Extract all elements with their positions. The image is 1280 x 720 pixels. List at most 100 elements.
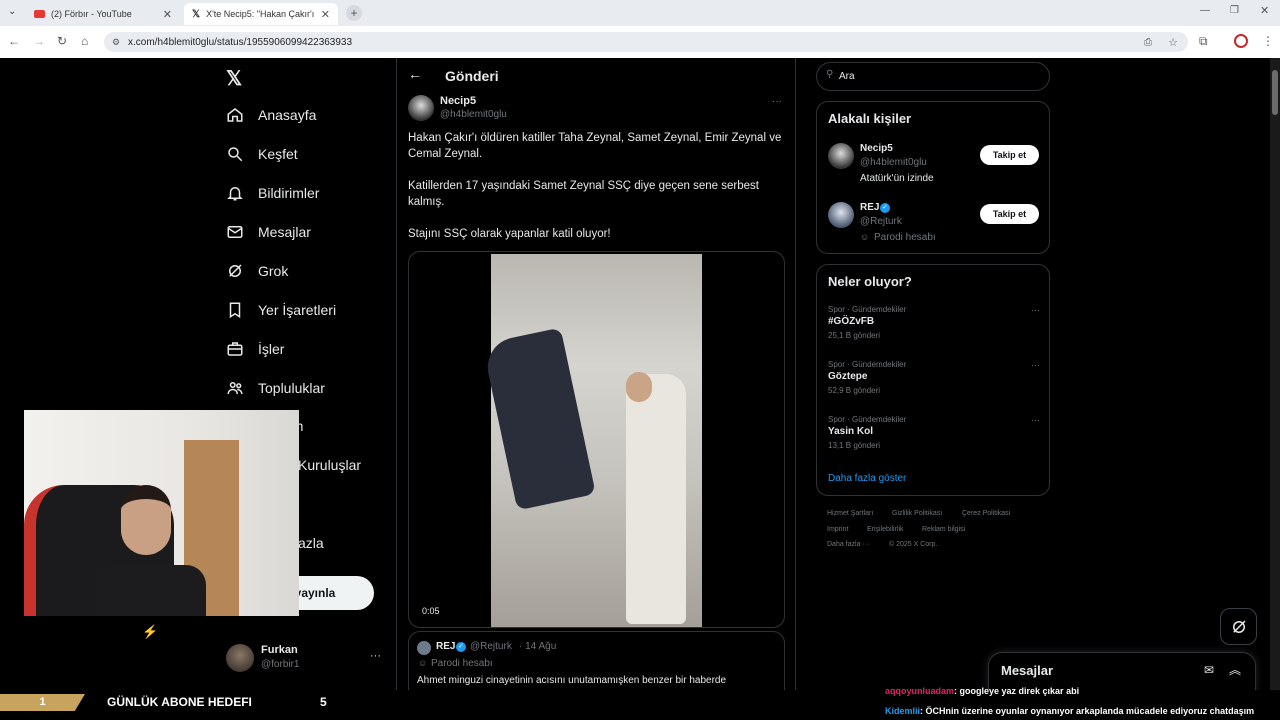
expand-icon[interactable]: ︽ — [1229, 661, 1241, 678]
footer-link[interactable]: Çerez Politikası — [962, 510, 1011, 517]
sidebar-item-label: İşler — [258, 341, 285, 357]
window-close-icon[interactable]: ✕ — [1260, 4, 1269, 17]
reply-badge: Parodi hesabı — [431, 658, 493, 669]
avatar[interactable] — [828, 143, 854, 169]
search-placeholder: Ara — [839, 71, 855, 82]
trend-more-icon[interactable]: ··· — [1031, 305, 1040, 315]
trend-item[interactable]: Spor · Gündemdekiler Göztepe 52,9 B gönd… — [828, 360, 1040, 402]
forward-icon[interactable]: → — [33, 34, 45, 48]
trend-category: Spor · Gündemdekiler — [828, 415, 907, 424]
trend-item[interactable]: Spor · Gündemdekiler #GÖZvFB 25,1 B gönd… — [828, 305, 1040, 347]
tab-list-chevron-icon[interactable]: ⌄ — [8, 6, 16, 17]
grok-icon — [229, 264, 242, 277]
bookmark-icon — [229, 302, 241, 319]
grok-fab[interactable] — [1220, 608, 1257, 645]
trend-title: Yasin Kol — [828, 426, 874, 437]
tab-x[interactable]: 𝕏 X'te Necip5: "Hakan Çakır'ı öldü ✕ — [184, 3, 338, 25]
main-right-border — [795, 58, 796, 720]
sidebar-item-jobs[interactable]: İşler — [226, 340, 284, 358]
parody-icon: ☺ — [860, 232, 870, 242]
sidebar-item-label: Topluluklar — [258, 380, 325, 396]
author-name[interactable]: Necip5 — [440, 95, 476, 107]
sidebar-item-bookmarks[interactable]: Yer İşaretleri — [226, 301, 336, 319]
footer-link[interactable]: Daha fazla ··· — [827, 541, 869, 548]
video-player[interactable]: 0:05 — [408, 251, 785, 628]
back-icon[interactable]: ← — [8, 34, 20, 48]
youtube-icon — [34, 10, 45, 18]
sidebar-item-explore[interactable]: Keşfet — [226, 145, 298, 163]
copyright: © 2025 X Corp. — [889, 541, 938, 548]
goal-value: 5 — [320, 695, 327, 709]
sidebar-item-notifications[interactable]: Bildirimler — [226, 184, 319, 202]
scrollbar[interactable] — [1270, 58, 1280, 720]
chat-username: Kidemlii — [885, 706, 921, 716]
account-switcher[interactable]: Furkan @forbir1 ··· — [226, 642, 386, 674]
address-bar[interactable]: ⚙ x.com/h4blemit0glu/status/195590609942… — [104, 32, 1188, 52]
sidebar-item-more[interactable]: azla — [298, 535, 324, 551]
person-name[interactable]: REJ — [860, 202, 879, 213]
show-more-link[interactable]: Daha fazla göster — [828, 473, 906, 484]
close-icon[interactable]: ✕ — [163, 8, 172, 21]
post-more-icon[interactable]: ··· — [772, 96, 782, 107]
sidebar-item-messages[interactable]: Mesajlar — [226, 223, 311, 241]
close-icon[interactable]: ✕ — [321, 8, 330, 21]
search-input[interactable]: ⚲ Ara — [816, 62, 1050, 91]
footer-link[interactable]: Reklam bilgisi — [922, 526, 965, 533]
mail-icon — [227, 226, 243, 238]
sidebar-item-label: Yer İşaretleri — [258, 302, 337, 318]
reply-date: · 14 Ağu — [519, 641, 557, 652]
trend-more-icon[interactable]: ··· — [1031, 360, 1040, 370]
sidebar-item-organizations[interactable]: Kuruluşlar — [298, 457, 361, 473]
new-tab-icon[interactable]: + — [346, 5, 362, 21]
reload-icon[interactable]: ↻ — [57, 34, 67, 48]
sidebar-item-label: azla — [298, 535, 324, 551]
post-text-2: Katillerden 17 yaşındaki Samet Zeynal SS… — [408, 180, 759, 208]
person-name[interactable]: Necip5 — [860, 143, 893, 154]
menu-icon[interactable]: ⋮ — [1262, 34, 1274, 48]
footer-link[interactable]: Hizmet Şartları — [827, 510, 873, 517]
chat-text: : ÖCHnin üzerine oyunlar oynanıyor arkap… — [920, 706, 1255, 716]
follow-button[interactable]: Takip et — [980, 145, 1039, 165]
footer-link[interactable]: Erişilebilirlik — [867, 526, 904, 533]
sidebar-item-grok[interactable]: Grok — [226, 262, 288, 280]
extensions-icon[interactable]: ⧉ — [1199, 34, 1208, 49]
footer-link[interactable]: Gizlilik Politikası — [892, 510, 942, 517]
home-button-icon[interactable]: ⌂ — [81, 34, 88, 48]
profile-avatar[interactable] — [1234, 34, 1248, 48]
trend-item[interactable]: Spor · Gündemdekiler Yasin Kol 13,1 B gö… — [828, 415, 1040, 457]
x-logo-icon[interactable]: 𝕏 — [226, 66, 242, 91]
people-icon — [227, 382, 243, 395]
follow-button[interactable]: Takip et — [980, 204, 1039, 224]
trend-category: Spor · Gündemdekiler — [828, 360, 907, 369]
back-arrow-icon[interactable]: ← — [408, 66, 422, 82]
avatar — [226, 644, 254, 672]
sidebar-item-communities[interactable]: Topluluklar — [226, 379, 325, 397]
avatar[interactable] — [828, 202, 854, 228]
goal-rank-badge: 1 — [0, 694, 85, 711]
bookmark-star-icon[interactable]: ☆ — [1168, 36, 1178, 49]
footer-link[interactable]: Imprint — [827, 526, 848, 533]
x-logo-icon: 𝕏 — [192, 8, 201, 20]
sidebar-item-home[interactable]: Anasayfa — [226, 106, 316, 124]
search-icon — [228, 147, 243, 162]
author-avatar[interactable] — [408, 95, 434, 121]
author-handle[interactable]: @h4blemit0glu — [440, 109, 507, 120]
trend-more-icon[interactable]: ··· — [1031, 415, 1040, 425]
scrollbar-thumb[interactable] — [1272, 70, 1278, 115]
video-frame — [482, 254, 702, 627]
browser-chrome: ⌄ (2) Förbır - YouTube ✕ 𝕏 X'te Necip5: … — [0, 0, 1280, 58]
minimize-icon[interactable]: — — [1200, 5, 1210, 16]
tab-youtube[interactable]: (2) Förbır - YouTube ✕ — [26, 3, 180, 25]
sidebar-item-label: Bildirimler — [258, 185, 320, 201]
post-text-3: Stajını SSÇ olarak yapanlar katil oluyor… — [408, 228, 611, 240]
more-icon[interactable]: ··· — [370, 650, 381, 662]
person-bio: Atatürk'ün izinde — [860, 173, 934, 184]
sidebar-item-label: Mesajlar — [258, 224, 311, 240]
x-page: 𝕏 Anasayfa Keşfet Bildirimler Mesajlar G… — [0, 58, 1280, 720]
verified-icon: ✓ — [456, 642, 466, 652]
site-info-icon[interactable]: ⚙ — [112, 37, 120, 48]
install-icon[interactable]: ⎙ — [1144, 37, 1152, 48]
new-message-icon[interactable]: ✉ — [1204, 663, 1214, 677]
maximize-icon[interactable]: ❐ — [1230, 5, 1239, 16]
chat-username: aqqoyunluadam — [885, 686, 955, 696]
